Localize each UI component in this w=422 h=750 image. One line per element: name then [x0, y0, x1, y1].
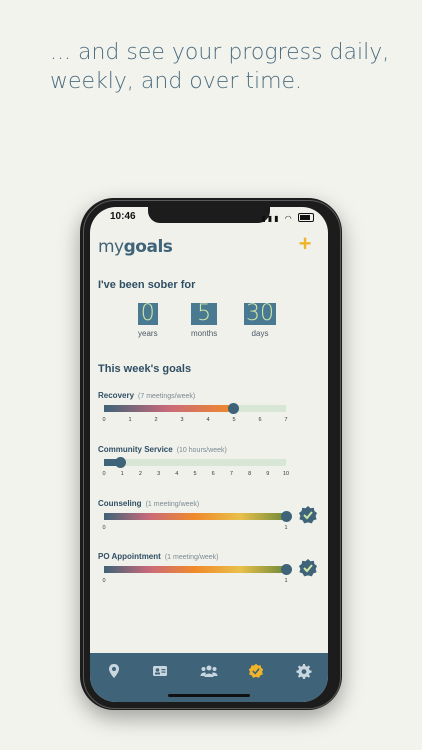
tick-label: 1: [284, 525, 288, 531]
progress-fill: [104, 566, 286, 573]
counter-unit: years: [138, 329, 158, 338]
tick-label: 7: [284, 417, 288, 423]
goals-badge-icon[interactable]: [248, 663, 264, 679]
headline: ... and see your progress daily, weekly,…: [50, 40, 390, 94]
check-badge-icon: [299, 559, 317, 577]
goal-po-appointment-ticks: 01: [102, 578, 288, 586]
tick-label: 0: [102, 417, 106, 423]
goal-community-service-slider[interactable]: [104, 457, 286, 468]
goal-recovery-slider[interactable]: [104, 403, 286, 414]
status-time: 10:46: [110, 211, 136, 222]
slider-handle[interactable]: [228, 403, 240, 414]
home-indicator: [168, 694, 250, 697]
tick-label: 0: [102, 525, 106, 531]
counter-value: 30: [244, 301, 276, 326]
slider-handle[interactable]: [115, 457, 127, 468]
tick-label: 5: [232, 417, 236, 423]
slider-handle[interactable]: [281, 564, 292, 575]
status-icons: ▮▮▮ ◠: [261, 212, 314, 223]
tick-label: 7: [229, 471, 233, 477]
tick-label: 9: [266, 471, 270, 477]
counter-days: 30 days: [244, 303, 276, 338]
location-pin-icon[interactable]: [106, 663, 122, 679]
gear-icon[interactable]: [296, 663, 312, 679]
check-badge-icon: [299, 506, 317, 524]
counter-value: 5: [191, 303, 218, 325]
goal-community-service-label: Community Service (10 hours/week): [98, 445, 227, 454]
goal-counseling-ticks: 01: [102, 525, 288, 533]
goal-counseling-label: Counseling (1 meeting/week): [98, 499, 200, 508]
tick-label: 8: [248, 471, 252, 477]
tick-label: 5: [193, 471, 197, 477]
phone-notch: [148, 207, 270, 223]
wifi-icon: ◠: [284, 214, 294, 223]
goal-recovery-ticks: 0 1 2 3 4 5 6 7: [102, 417, 288, 425]
progress-fill: [104, 513, 286, 520]
counter-unit: days: [251, 329, 269, 338]
slider-handle[interactable]: [281, 511, 292, 522]
goal-po-appointment-slider[interactable]: [104, 564, 292, 575]
app-logo: mygoals: [98, 237, 173, 257]
tick-label: 6: [211, 471, 215, 477]
tick-label: 0: [102, 578, 106, 584]
tick-label: 1: [128, 417, 132, 423]
plus-icon[interactable]: +: [296, 233, 314, 255]
tick-label: 1: [284, 578, 288, 584]
group-icon[interactable]: [200, 663, 218, 679]
goal-recovery-label: Recovery (7 meetings/week): [98, 391, 196, 400]
tick-label: 1: [120, 471, 124, 477]
tick-label: 4: [206, 417, 210, 423]
app-screen: 10:46 ▮▮▮ ◠ mygoals + I've been sober fo…: [90, 207, 328, 702]
progress-fill: [104, 405, 234, 412]
counter-months: 5 months: [191, 303, 218, 338]
tick-label: 6: [258, 417, 262, 423]
tick-label: 10: [282, 471, 290, 477]
tick-label: 0: [102, 471, 106, 477]
id-card-icon[interactable]: [152, 663, 168, 679]
tick-label: 3: [157, 471, 161, 477]
goal-po-appointment-label: PO Appointment (1 meeting/week): [98, 552, 219, 561]
goal-community-service-ticks: 0 1 2 3 4 5 6 7 8 9 10: [102, 471, 290, 479]
tick-label: 4: [175, 471, 179, 477]
goal-counseling-slider[interactable]: [104, 511, 292, 522]
sober-title: I've been sober for: [98, 279, 196, 291]
battery-icon: [298, 213, 314, 222]
weekly-goals-title: This week's goals: [98, 363, 192, 375]
tick-label: 3: [180, 417, 184, 423]
counter-years: 0 years: [138, 303, 158, 338]
signal-icon: ▮▮▮: [261, 214, 281, 223]
tick-label: 2: [154, 417, 158, 423]
tick-label: 2: [138, 471, 142, 477]
counter-value: 0: [138, 303, 158, 325]
counter-unit: months: [191, 329, 218, 338]
